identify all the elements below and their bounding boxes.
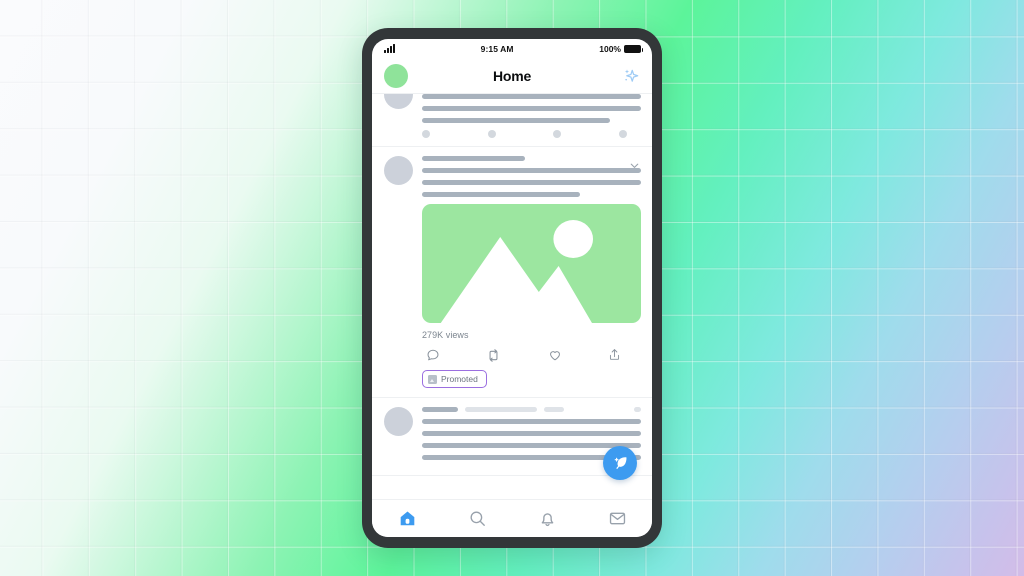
bell-icon <box>541 513 553 527</box>
skeleton-line <box>422 442 641 448</box>
skeleton-line <box>422 192 580 197</box>
post-actions <box>422 340 641 363</box>
tab-home[interactable] <box>372 509 442 528</box>
tab-messages[interactable] <box>582 509 652 528</box>
skeleton-line <box>422 94 641 99</box>
feed-list[interactable]: 279K views Promoted <box>372 94 652 499</box>
heart-icon[interactable] <box>548 348 562 362</box>
avatar <box>384 94 413 109</box>
status-badge[interactable]: Promoted <box>422 370 487 388</box>
post-meta-row <box>422 406 641 412</box>
skeleton-line <box>422 180 641 185</box>
home-icon <box>400 511 414 526</box>
skeleton-time-bar <box>544 406 564 412</box>
skeleton-line <box>422 118 611 123</box>
compose-button[interactable] <box>603 446 637 480</box>
skeleton-name-bar <box>422 406 458 412</box>
list-item[interactable]: 279K views Promoted <box>372 147 652 398</box>
avatar <box>384 406 413 436</box>
cellular-signal-icon <box>384 44 395 53</box>
skeleton-name-bar <box>422 156 525 161</box>
chevron-down-icon[interactable] <box>628 159 641 172</box>
sparkle-icon <box>624 69 639 82</box>
battery-full-icon <box>624 44 643 53</box>
phone-device-frame: 9:15 AM 100% Home 279K views Promoted <box>362 28 662 548</box>
retweet-icon[interactable] <box>486 348 501 363</box>
post-action-dots <box>422 130 641 138</box>
compose-feather-sparkle-icon <box>614 456 626 469</box>
skeleton-more-bar <box>634 406 641 412</box>
skeleton-line <box>422 430 641 436</box>
dot-icon <box>618 130 627 138</box>
status-bar-time: 9:15 AM <box>480 43 514 54</box>
phone-screen: 9:15 AM 100% Home 279K views Promoted <box>372 39 652 537</box>
view-count: 279K views <box>422 330 469 340</box>
profile-avatar[interactable] <box>384 63 408 88</box>
tab-search[interactable] <box>442 509 512 528</box>
status-bar: 9:15 AM 100% <box>372 39 652 58</box>
sparkle-button[interactable] <box>621 66 641 86</box>
share-icon[interactable] <box>608 348 621 361</box>
promoted-label: Promoted <box>441 374 478 384</box>
search-icon <box>469 511 485 526</box>
mail-icon <box>609 512 625 525</box>
skeleton-line <box>422 168 641 173</box>
app-header: Home <box>372 58 652 94</box>
tab-notifications[interactable] <box>512 509 582 528</box>
dot-icon <box>487 130 496 138</box>
page-title: Home <box>492 67 532 84</box>
skeleton-line <box>422 418 641 424</box>
list-item[interactable] <box>372 94 652 147</box>
status-bar-battery-percent: 100% <box>599 43 621 54</box>
image-placeholder-icon <box>440 220 594 323</box>
skeleton-line <box>422 106 641 111</box>
promoted-icon <box>428 374 437 384</box>
bottom-navigation <box>372 499 652 537</box>
dot-icon <box>422 130 430 138</box>
post-media-image[interactable] <box>422 204 641 323</box>
avatar <box>384 156 413 185</box>
skeleton-handle-bar <box>465 406 537 412</box>
reply-icon[interactable] <box>426 348 440 362</box>
dot-icon <box>553 130 562 138</box>
